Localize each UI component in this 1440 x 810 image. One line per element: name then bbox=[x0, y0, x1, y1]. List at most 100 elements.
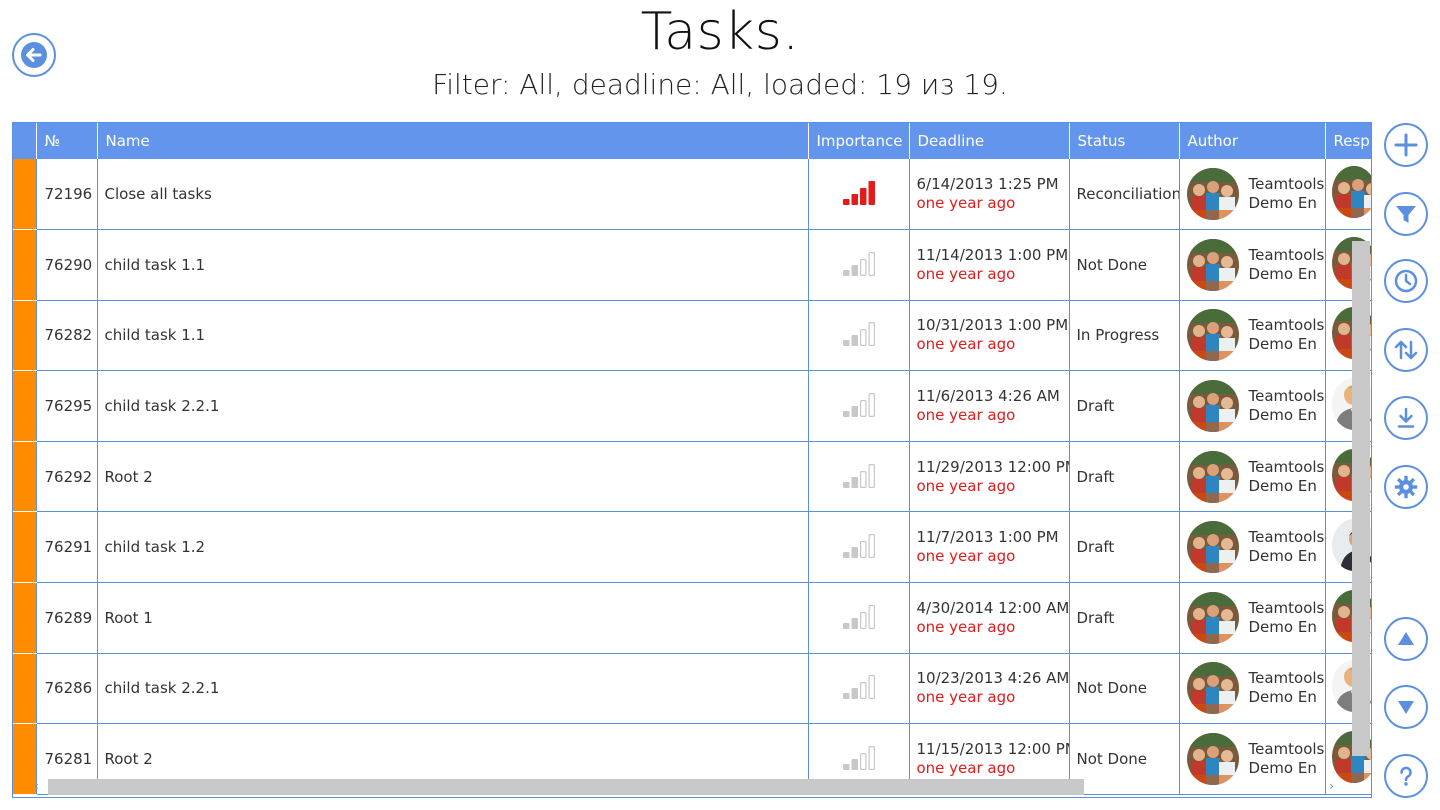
importance-bars-icon bbox=[842, 746, 876, 775]
table-row[interactable]: 76282 child task 1.1 10/31/2013 1:00 PM one… bbox=[13, 300, 1371, 372]
column-header-name[interactable]: Name bbox=[97, 123, 809, 159]
help-icon bbox=[1400, 766, 1412, 786]
filter-button[interactable] bbox=[1384, 192, 1428, 236]
deadline-filter-button[interactable] bbox=[1384, 259, 1428, 303]
importance-bars-icon bbox=[842, 251, 876, 281]
task-name: child task 2.2.1 bbox=[97, 370, 809, 442]
horizontal-scroll-thumb[interactable] bbox=[48, 779, 1084, 795]
deadline-date: 11/6/2013 4:26 AM bbox=[916, 387, 1060, 406]
status-cell: Draft bbox=[1069, 370, 1180, 442]
deadline-relative: one year ago bbox=[916, 406, 1016, 425]
table-header: № Name Importance Deadline Status Author… bbox=[13, 123, 1371, 159]
horizontal-scrollbar[interactable]: ‹ › bbox=[12, 777, 1372, 797]
deadline-date: 11/29/2013 12:00 PM bbox=[916, 457, 1069, 476]
importance-cell bbox=[808, 653, 910, 725]
table-row[interactable]: 76291 child task 1.2 11/7/2013 1:00 PM one … bbox=[13, 511, 1371, 584]
sort-button[interactable] bbox=[1384, 328, 1428, 372]
sort-icon bbox=[1394, 340, 1418, 360]
column-header-importance[interactable]: Importance bbox=[808, 123, 910, 159]
status-cell: Draft bbox=[1069, 441, 1180, 513]
deadline-cell: 11/6/2013 4:26 AM one year ago bbox=[909, 370, 1070, 442]
deadline-relative: one year ago bbox=[916, 547, 1016, 566]
column-header-author[interactable]: Author bbox=[1179, 123, 1326, 159]
deadline-date: 11/14/2013 1:00 PM bbox=[916, 245, 1069, 264]
column-header-number[interactable]: № bbox=[36, 123, 98, 159]
author-name: Teamtools Demo En bbox=[1248, 245, 1325, 283]
row-marker bbox=[13, 159, 37, 231]
table-row[interactable]: 76286 child task 2.2.1 10/23/2013 4:26 AM o… bbox=[13, 653, 1371, 725]
importance-bars-icon bbox=[842, 393, 876, 422]
download-button[interactable] bbox=[1384, 396, 1428, 440]
table-row[interactable]: 76290 child task 1.1 11/14/2013 1:00 PM one… bbox=[13, 229, 1371, 301]
deadline-relative: one year ago bbox=[916, 759, 1016, 778]
status-cell: In Progress bbox=[1069, 300, 1180, 372]
importance-cell bbox=[808, 441, 910, 513]
deadline-date: 6/14/2013 1:25 PM bbox=[916, 175, 1059, 194]
deadline-cell: 11/14/2013 1:00 PM one year ago bbox=[909, 229, 1070, 301]
page-title: Tasks. bbox=[640, 2, 800, 62]
header-marker bbox=[13, 123, 37, 159]
deadline-relative: one year ago bbox=[916, 688, 1016, 707]
author-name: Teamtools Demo En bbox=[1248, 457, 1325, 495]
table-row[interactable]: 72196 Close all tasks 6/14/2013 1:25 PM one… bbox=[13, 159, 1371, 231]
arrow-down-icon bbox=[1398, 701, 1414, 714]
task-number: 76290 bbox=[36, 229, 98, 301]
deadline-date: 10/31/2013 1:00 PM bbox=[916, 316, 1069, 335]
deadline-relative: one year ago bbox=[916, 617, 1016, 636]
scroll-down-button[interactable] bbox=[1384, 685, 1428, 729]
add-task-button[interactable] bbox=[1384, 123, 1428, 167]
responsible-cell bbox=[1325, 159, 1371, 231]
author-avatar bbox=[1186, 238, 1239, 291]
deadline-cell: 10/31/2013 1:00 PM one year ago bbox=[909, 300, 1070, 372]
download-icon bbox=[1397, 407, 1415, 428]
task-name: child task 1.1 bbox=[97, 229, 809, 301]
task-number: 72196 bbox=[36, 159, 98, 231]
status-cell: Reconciliation bbox=[1069, 159, 1180, 231]
column-header-responsible[interactable]: Resp bbox=[1325, 123, 1371, 159]
author-name: Teamtools Demo En bbox=[1248, 387, 1325, 425]
vertical-scrollbar[interactable] bbox=[1352, 241, 1370, 756]
row-marker bbox=[13, 229, 37, 301]
author-cell: Teamtools Demo En bbox=[1179, 511, 1326, 584]
deadline-relative: one year ago bbox=[916, 264, 1016, 283]
deadline-cell: 10/23/2013 4:26 AM one year ago bbox=[909, 653, 1070, 725]
row-marker bbox=[13, 370, 37, 442]
author-cell: Teamtools Demo En bbox=[1179, 653, 1326, 725]
status-cell: Draft bbox=[1069, 511, 1180, 584]
author-avatar bbox=[1186, 591, 1239, 644]
author-avatar bbox=[1186, 450, 1239, 503]
task-name: Close all tasks bbox=[97, 159, 809, 231]
importance-cell bbox=[808, 229, 910, 301]
author-avatar bbox=[1186, 521, 1239, 574]
task-name: child task 1.1 bbox=[97, 300, 809, 372]
importance-cell bbox=[808, 159, 910, 231]
deadline-cell: 6/14/2013 1:25 PM one year ago bbox=[909, 159, 1070, 231]
table-row[interactable]: 76292 Root 2 11/29/2013 12:00 PM one year a… bbox=[13, 441, 1371, 513]
author-cell: Teamtools Demo En bbox=[1179, 370, 1326, 442]
arrow-up-icon bbox=[1398, 632, 1414, 645]
importance-bars-icon bbox=[842, 322, 876, 351]
author-cell: Teamtools Demo En bbox=[1179, 441, 1326, 513]
author-name: Teamtools Demo En bbox=[1248, 740, 1325, 778]
deadline-date: 11/15/2013 12:00 PM bbox=[916, 740, 1069, 759]
deadline-cell: 11/7/2013 1:00 PM one year ago bbox=[909, 511, 1070, 584]
scroll-right-icon[interactable]: › bbox=[1329, 779, 1334, 793]
table-row[interactable]: 76289 Root 1 4/30/2014 12:00 AM one year ag… bbox=[13, 582, 1371, 654]
importance-bars-icon bbox=[842, 604, 876, 634]
status-cell: Draft bbox=[1069, 582, 1180, 654]
table-row[interactable]: 76295 child task 2.2.1 11/6/2013 4:26 AM on… bbox=[13, 370, 1371, 442]
column-header-deadline[interactable]: Deadline bbox=[909, 123, 1070, 159]
filter-icon bbox=[1396, 206, 1416, 223]
row-marker bbox=[13, 582, 37, 654]
deadline-date: 10/23/2013 4:26 AM bbox=[916, 669, 1069, 688]
settings-button[interactable] bbox=[1384, 465, 1428, 509]
scroll-up-button[interactable] bbox=[1384, 617, 1428, 661]
status-cell: Not Done bbox=[1069, 229, 1180, 301]
importance-cell bbox=[808, 370, 910, 442]
importance-bars-icon bbox=[842, 463, 876, 493]
column-header-status[interactable]: Status bbox=[1069, 123, 1180, 159]
task-name: child task 1.2 bbox=[97, 511, 809, 584]
scroll-left-icon[interactable]: ‹ bbox=[34, 779, 39, 793]
help-button[interactable] bbox=[1384, 754, 1428, 798]
importance-cell bbox=[808, 300, 910, 372]
